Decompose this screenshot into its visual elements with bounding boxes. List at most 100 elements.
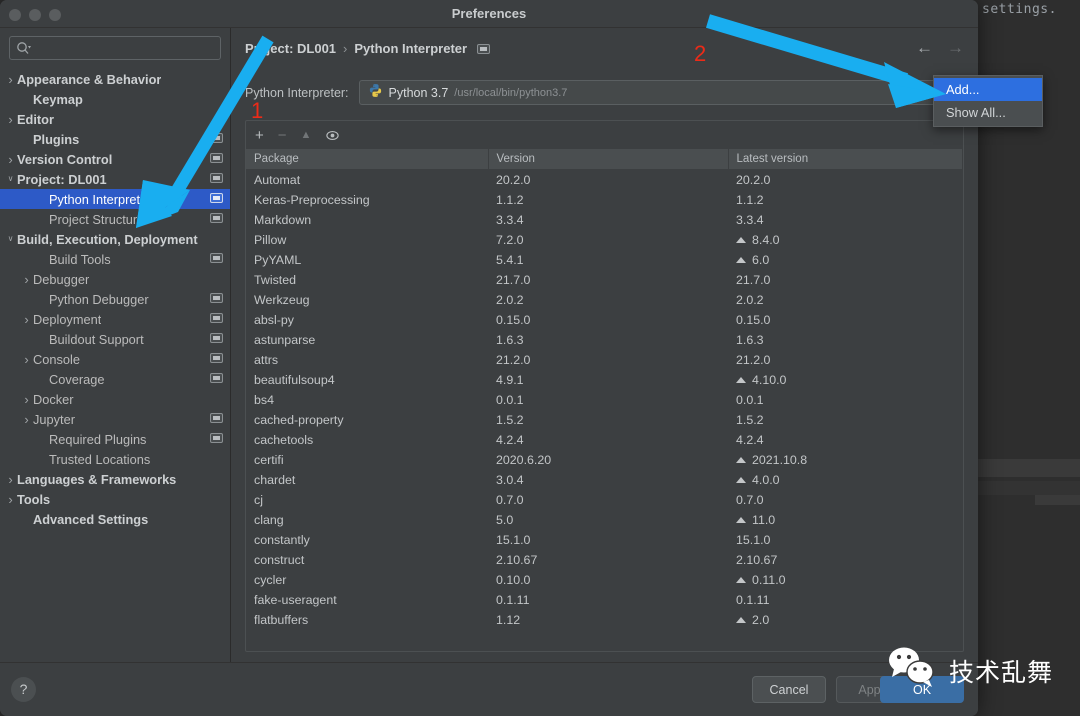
table-row[interactable]: cj 0.7.0 0.7.0 [246, 490, 963, 510]
sidebar-item-tools[interactable]: › Tools [0, 489, 230, 509]
settings-sync-icon[interactable] [210, 353, 223, 363]
column-header[interactable]: Package [246, 149, 489, 170]
sidebar-item-python-debugger[interactable]: Python Debugger [0, 289, 230, 309]
table-row[interactable]: PyYAML 5.4.1 6.0 [246, 250, 963, 270]
chevron-right-icon[interactable]: › [20, 393, 33, 406]
settings-sync-icon[interactable] [210, 133, 223, 143]
settings-sync-icon[interactable] [210, 193, 223, 203]
packages-table-scroll[interactable]: Package Version Latest version Automat 20.2… [246, 149, 963, 651]
sidebar-item-advanced-settings[interactable]: Advanced Settings [0, 509, 230, 529]
nav-back-icon[interactable]: ← [916, 39, 933, 56]
table-row[interactable]: beautifulsoup4 4.9.1 4.10.0 [246, 370, 963, 390]
sidebar-item-deployment[interactable]: › Deployment [0, 309, 230, 329]
sidebar-item-version-control[interactable]: › Version Control [0, 149, 230, 169]
nav-forward-icon[interactable]: → [947, 39, 964, 56]
table-row[interactable]: astunparse 1.6.3 1.6.3 [246, 330, 963, 350]
sidebar-item-languages-frameworks[interactable]: › Languages & Frameworks [0, 469, 230, 489]
sidebar-item-debugger[interactable]: › Debugger [0, 269, 230, 289]
search-input[interactable] [32, 38, 220, 58]
chevron-right-icon[interactable]: › [4, 493, 17, 506]
chevron-right-icon[interactable]: › [20, 313, 33, 326]
cancel-button[interactable]: Cancel [752, 676, 826, 703]
table-row[interactable]: constantly 15.1.0 15.1.0 [246, 530, 963, 550]
table-row[interactable]: Werkzeug 2.0.2 2.0.2 [246, 290, 963, 310]
sidebar-item-appearance-behavior[interactable]: › Appearance & Behavior [0, 69, 230, 89]
sidebar-item-coverage[interactable]: Coverage [0, 369, 230, 389]
sidebar-item-buildout-support[interactable]: Buildout Support [0, 329, 230, 349]
package-latest-version-cell: 0.7.0 [728, 490, 963, 510]
settings-sync-icon[interactable] [210, 333, 223, 343]
chevron-right-icon[interactable]: › [20, 413, 33, 426]
sidebar-item-project-dl001[interactable]: ∨ Project: DL001 [0, 169, 230, 189]
settings-sync-icon[interactable] [210, 173, 223, 183]
table-row[interactable]: cycler 0.10.0 0.11.0 [246, 570, 963, 590]
navigation-arrows[interactable]: ← → [916, 39, 964, 56]
sidebar-item-label: Plugins [33, 131, 80, 147]
table-row[interactable]: Keras-Preprocessing 1.1.2 1.1.2 [246, 190, 963, 210]
settings-sync-icon[interactable] [210, 373, 223, 383]
settings-sync-icon[interactable] [210, 313, 223, 323]
column-header[interactable]: Latest version [728, 149, 963, 170]
table-row[interactable]: flatbuffers 1.12 2.0 [246, 610, 963, 630]
sidebar-item-console[interactable]: › Console [0, 349, 230, 369]
settings-sync-icon[interactable] [210, 293, 223, 303]
settings-sync-icon[interactable] [210, 213, 223, 223]
help-button[interactable]: ? [11, 677, 36, 702]
upgrade-available-icon [736, 516, 746, 523]
settings-sync-icon[interactable] [210, 153, 223, 163]
settings-sync-icon[interactable] [210, 253, 223, 263]
package-name-cell: beautifulsoup4 [254, 372, 335, 387]
sidebar-item-required-plugins[interactable]: Required Plugins [0, 429, 230, 449]
chevron-down-icon[interactable]: ∨ [4, 235, 17, 243]
eye-icon[interactable] [325, 128, 340, 143]
sidebar-item-trusted-locations[interactable]: Trusted Locations [0, 449, 230, 469]
table-row[interactable]: bs4 0.0.1 0.0.1 [246, 390, 963, 410]
table-row[interactable]: clang 5.0 11.0 [246, 510, 963, 530]
table-row[interactable]: attrs 21.2.0 21.2.0 [246, 350, 963, 370]
sidebar-item-plugins[interactable]: Plugins [0, 129, 230, 149]
table-row[interactable]: Pillow 7.2.0 8.4.0 [246, 230, 963, 250]
add-package-icon[interactable]: + [255, 128, 264, 143]
chevron-right-icon[interactable]: › [4, 73, 17, 86]
table-row[interactable]: Twisted 21.7.0 21.7.0 [246, 270, 963, 290]
chevron-right-icon[interactable]: › [20, 353, 33, 366]
menu-item-add[interactable]: Add... [934, 78, 1042, 101]
package-version-cell: 5.4.1 [496, 252, 524, 267]
sidebar-item-python-interpreter[interactable]: Python Interpreter [0, 189, 230, 209]
table-row[interactable]: cached-property 1.5.2 1.5.2 [246, 410, 963, 430]
remove-package-icon[interactable]: − [278, 128, 287, 143]
column-header[interactable]: Version [488, 149, 729, 170]
chevron-right-icon[interactable]: › [20, 273, 33, 286]
table-row[interactable]: fake-useragent 0.1.11 0.1.11 [246, 590, 963, 610]
table-row[interactable]: chardet 3.0.4 4.0.0 [246, 470, 963, 490]
search-box[interactable] [9, 36, 221, 60]
sidebar-item-docker[interactable]: › Docker [0, 389, 230, 409]
sidebar-item-project-structure[interactable]: Project Structure [0, 209, 230, 229]
breadcrumb-leaf[interactable]: Python Interpreter [354, 41, 467, 56]
chevron-right-icon[interactable]: › [4, 473, 17, 486]
chevron-right-icon[interactable]: › [4, 153, 17, 166]
chevron-right-icon[interactable]: › [4, 113, 17, 126]
settings-sync-icon[interactable] [210, 413, 223, 423]
settings-sync-icon[interactable] [210, 433, 223, 443]
sidebar-item-build-execution-deployment[interactable]: ∨ Build, Execution, Deployment [0, 229, 230, 249]
sidebar-item-build-tools[interactable]: Build Tools [0, 249, 230, 269]
table-row[interactable]: absl-py 0.15.0 0.15.0 [246, 310, 963, 330]
sidebar-item-jupyter[interactable]: › Jupyter [0, 409, 230, 429]
menu-item-show-all[interactable]: Show All... [934, 101, 1042, 124]
upgrade-package-icon[interactable]: ▲ [301, 128, 312, 143]
interpreter-combobox[interactable]: Python 3.7 /usr/local/bin/python3.7 [358, 80, 964, 105]
package-name-cell: astunparse [254, 332, 316, 347]
package-name-cell: Keras-Preprocessing [254, 192, 370, 207]
table-row[interactable]: Markdown 3.3.4 3.3.4 [246, 210, 963, 230]
package-version-cell: 21.2.0 [496, 352, 531, 367]
sidebar-item-editor[interactable]: › Editor [0, 109, 230, 129]
chevron-down-icon[interactable]: ∨ [4, 175, 17, 183]
breadcrumb-root[interactable]: Project: DL001 [245, 41, 336, 56]
sidebar-item-label: Advanced Settings [33, 511, 149, 527]
sidebar-item-keymap[interactable]: Keymap [0, 89, 230, 109]
table-row[interactable]: cachetools 4.2.4 4.2.4 [246, 430, 963, 450]
table-row[interactable]: construct 2.10.67 2.10.67 [246, 550, 963, 570]
table-row[interactable]: certifi 2020.6.20 2021.10.8 [246, 450, 963, 470]
table-row[interactable]: Automat 20.2.0 20.2.0 [246, 170, 963, 190]
